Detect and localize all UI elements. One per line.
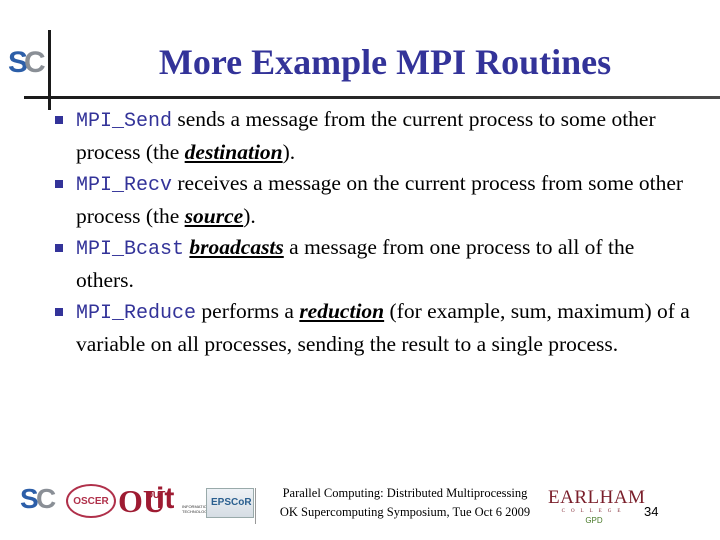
earlham-college: COLLEGE — [561, 509, 627, 514]
footer-caption: Parallel Computing: Distributed Multipro… — [260, 484, 550, 522]
bullet-item-mpi-recv: MPI_Recv receives a message on the curre… — [54, 168, 694, 232]
earlham-logo-icon: EARLHAM COLLEGE GPD — [548, 487, 646, 526]
square-bullet-icon — [55, 180, 63, 188]
bullet-item-mpi-reduce: MPI_Reduce performs a reduction (for exa… — [54, 296, 694, 360]
bullet-text: ). — [282, 140, 296, 164]
page-number: 34 — [644, 504, 659, 519]
sc-logo-icon: S C — [20, 485, 60, 519]
key-term: destination — [184, 140, 283, 164]
footer-line-1: Parallel Computing: Distributed Multipro… — [282, 486, 528, 500]
oscer-logo-icon: OSCER — [66, 484, 116, 518]
bullet-text: ). — [243, 204, 256, 228]
key-term: reduction — [299, 299, 385, 323]
square-bullet-icon — [55, 244, 63, 252]
earlham-name: EARLHAM — [548, 487, 646, 508]
bullet-item-mpi-bcast: MPI_Bcast broadcasts a message from one … — [54, 232, 694, 296]
square-bullet-icon — [55, 116, 63, 124]
logo-letter-c: C — [36, 483, 57, 514]
key-term: source — [184, 204, 244, 228]
epscor-logo-icon: EPSCoR — [206, 488, 254, 518]
key-term: broadcasts — [189, 235, 284, 259]
footer-logo-strip: S C OSCER OU OU it INFORMATION TECHNOLOG… — [18, 482, 258, 522]
ou-it-logo-icon: OU it INFORMATION TECHNOLOGY — [146, 482, 210, 520]
slide-title: More Example MPI Routines — [158, 42, 612, 82]
it-logo-text: it — [156, 482, 175, 515]
square-bullet-icon — [55, 308, 63, 316]
footer-line-2: OK Supercomputing Symposium, Tue Oct 6 2… — [279, 505, 531, 519]
epscor-logo-text: EPSCoR — [211, 497, 252, 508]
bullet-item-mpi-send: MPI_Send sends a message from the curren… — [54, 104, 694, 168]
gpd-logo-text: GPD — [585, 516, 603, 525]
header-horizontal-rule — [24, 96, 720, 99]
bullet-text: performs a — [196, 299, 300, 323]
oscer-logo-text: OSCER — [73, 495, 109, 507]
code-term: MPI_Recv — [76, 174, 173, 197]
code-term: MPI_Bcast — [76, 238, 185, 261]
code-term: MPI_Reduce — [76, 302, 197, 325]
footer-divider — [255, 488, 256, 524]
code-term: MPI_Send — [76, 110, 173, 133]
bullet-list: MPI_Send sends a message from the curren… — [54, 104, 694, 360]
ou-logo-icon: OU — [118, 483, 166, 519]
